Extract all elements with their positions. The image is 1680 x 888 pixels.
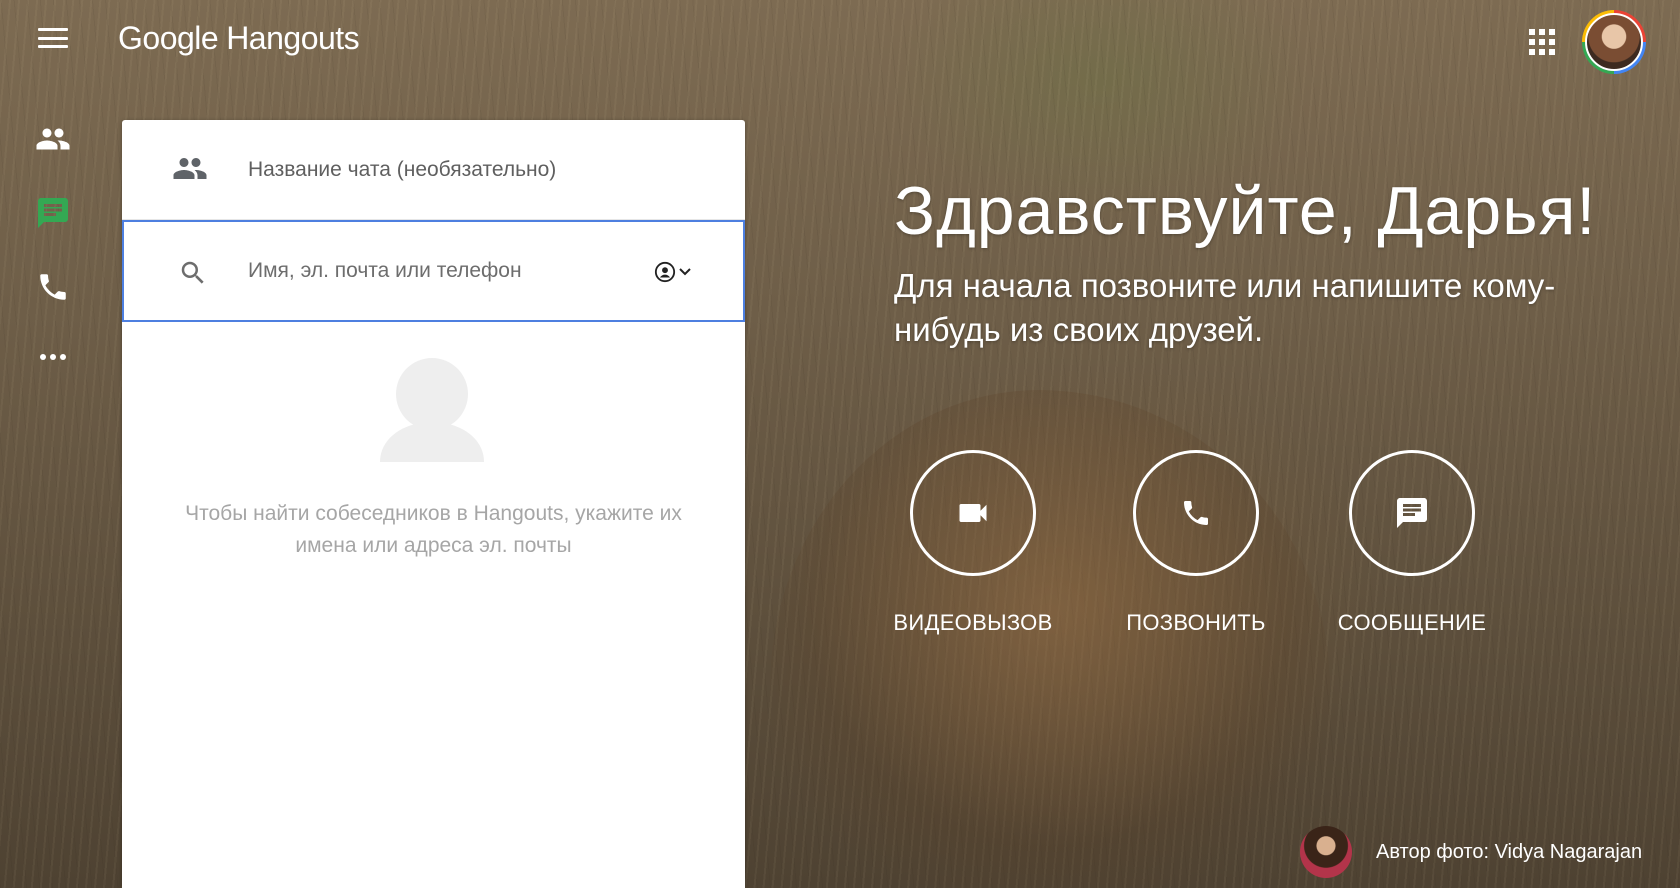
call-button[interactable]: ПОЗВОНИТЬ (1111, 450, 1281, 636)
group-icon (173, 158, 207, 179)
logo-product: Hangouts (226, 20, 360, 56)
call-label: ПОЗВОНИТЬ (1126, 610, 1266, 635)
chat-name-placeholder: Название чата (необязательно) (248, 158, 557, 181)
message-icon (1397, 498, 1427, 528)
phone-icon (1184, 501, 1208, 525)
search-icon (181, 261, 204, 284)
call-circle (1133, 450, 1259, 576)
phone-icon (40, 274, 66, 300)
nav-contacts[interactable] (30, 116, 76, 162)
menu-icon (38, 28, 68, 31)
top-bar: Google Hangouts (0, 0, 1680, 80)
video-call-circle (910, 450, 1036, 576)
apps-button[interactable] (1528, 28, 1556, 56)
nav-conversations[interactable] (30, 190, 76, 236)
app-logo[interactable]: Google Hangouts (118, 20, 360, 57)
new-conversation-panel: Название чата (необязательно) Чтобы найт… (122, 120, 745, 888)
chat-name-field[interactable]: Название чата (необязательно) (122, 120, 745, 220)
avatar-photo (1585, 13, 1643, 71)
menu-button[interactable] (36, 26, 70, 50)
logo-google: Google (118, 20, 219, 56)
photo-credit[interactable]: Автор фото: Vidya Nagarajan (1300, 826, 1642, 878)
nav-more[interactable] (30, 334, 76, 380)
account-avatar[interactable] (1582, 10, 1646, 74)
message-label: СООБЩЕНИЕ (1337, 610, 1487, 635)
photo-credit-text: Автор фото: Vidya Nagarajan (1376, 840, 1643, 863)
account-circle-icon (654, 261, 676, 283)
welcome-subtitle: Для начала позвоните или напишите кому-н… (894, 267, 1556, 348)
chat-icon (38, 198, 68, 228)
photographer-avatar (1300, 826, 1352, 878)
videocam-icon (959, 504, 987, 522)
empty-person-icon (380, 358, 484, 462)
nav-calls[interactable] (30, 264, 76, 310)
people-search-input[interactable] (248, 252, 628, 290)
video-call-button[interactable]: ВИДЕОВЫЗОВ (888, 450, 1058, 636)
apps-grid-icon (1529, 29, 1555, 55)
empty-search-hint: Чтобы найти собеседников в Hangouts, ука… (185, 502, 682, 557)
people-search-box (122, 220, 745, 322)
people-icon (36, 128, 70, 150)
contact-type-dropdown[interactable] (654, 260, 696, 284)
message-circle (1349, 450, 1475, 576)
video-call-label: ВИДЕОВЫЗОВ (893, 610, 1053, 635)
more-horiz-icon (40, 354, 66, 360)
welcome-greeting: Здравствуйте, Дарья! (894, 173, 1597, 249)
chevron-down-icon (679, 268, 691, 276)
message-button[interactable]: СООБЩЕНИЕ (1327, 450, 1497, 636)
